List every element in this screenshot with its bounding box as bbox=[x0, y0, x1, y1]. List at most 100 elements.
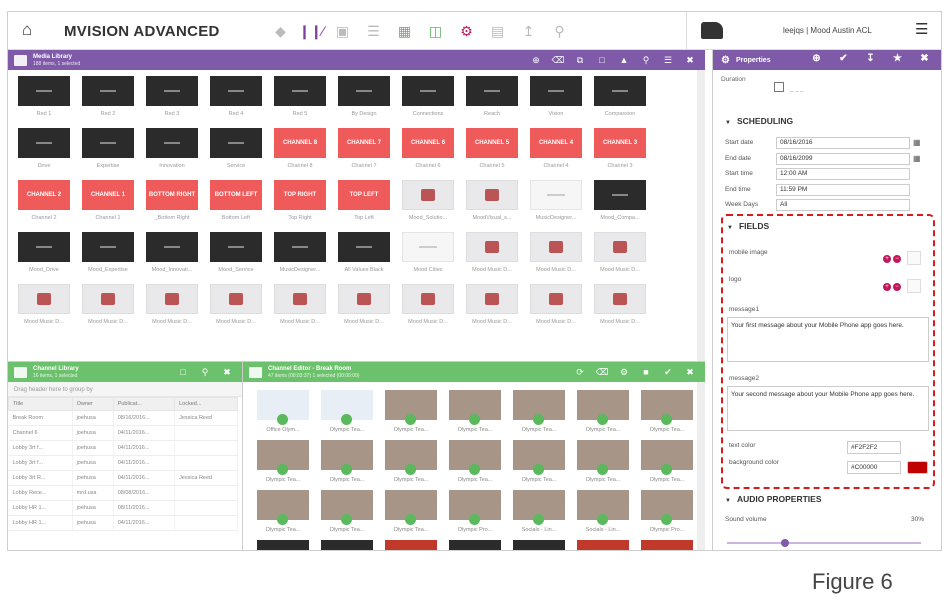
media-scrollbar[interactable] bbox=[697, 70, 705, 361]
duration-fields[interactable]: _ _ _ bbox=[790, 86, 803, 92]
new-channel-icon[interactable]: □ bbox=[172, 366, 194, 378]
schedule-input[interactable]: 08/16/2016 bbox=[776, 137, 910, 149]
list-icon[interactable]: ☰ bbox=[358, 20, 389, 42]
add-icon[interactable]: ⊕ bbox=[525, 54, 547, 66]
media-item[interactable]: Expertise bbox=[76, 128, 140, 180]
media-item[interactable]: CHANNEL 3 Channel 3 bbox=[588, 128, 652, 180]
media-item[interactable]: CHANNEL 6 Channel 6 bbox=[396, 128, 460, 180]
media-item[interactable]: Reach bbox=[460, 76, 524, 128]
playlist-item[interactable]: Olympic Tea... bbox=[315, 440, 379, 490]
text-color-input[interactable]: #F2F2F2 bbox=[847, 441, 901, 454]
calendar-icon[interactable]: ▦ bbox=[913, 154, 923, 164]
playlist-item[interactable]: Olympic Tea... bbox=[571, 440, 635, 490]
media-item[interactable]: CHANNEL 1 Channel 1 bbox=[76, 180, 140, 232]
close-icon[interactable]: ✖ bbox=[679, 54, 701, 66]
column-header[interactable]: Title bbox=[8, 397, 73, 411]
schedule-input[interactable]: 12:00 AM bbox=[776, 168, 910, 180]
media-item[interactable]: Mood Music D... bbox=[12, 284, 76, 336]
copy-icon[interactable]: ⧉ bbox=[569, 54, 591, 66]
table-row[interactable]: Lobby 3rt f... joehusa 04/11/2016... bbox=[8, 440, 238, 456]
playlist-item[interactable]: Olympic Tea... bbox=[635, 440, 699, 490]
search-icon[interactable]: ⚲ bbox=[635, 54, 657, 66]
playlist-item[interactable]: Socials - Lin... bbox=[507, 490, 571, 540]
user-name[interactable]: leejqs | Mood Austin ACL bbox=[783, 26, 872, 35]
hamburger-menu-icon[interactable]: ☰ bbox=[915, 20, 928, 38]
tag-icon[interactable]: ◆ bbox=[265, 20, 296, 42]
media-item[interactable]: Mood_Expertise bbox=[76, 232, 140, 284]
media-item[interactable]: CHANNEL 4 Channel 4 bbox=[524, 128, 588, 180]
playlist-item[interactable]: E Banco 1 - ... bbox=[443, 540, 507, 550]
add-icon[interactable]: + bbox=[883, 283, 891, 291]
media-item[interactable]: Mood Music D... bbox=[460, 232, 524, 284]
media-item[interactable]: Mood Music D... bbox=[524, 232, 588, 284]
media-item[interactable]: Mood Music D... bbox=[332, 284, 396, 336]
media-item[interactable]: MusicDesigner... bbox=[524, 180, 588, 232]
check-icon[interactable]: ✔ bbox=[657, 366, 679, 378]
playlist-item[interactable]: Olympic Tea... bbox=[635, 390, 699, 440]
playlist-item[interactable]: Olympic Tea... bbox=[251, 490, 315, 540]
group-by-hint[interactable]: Drag header here to group by bbox=[8, 382, 242, 397]
mobile-image-preview[interactable] bbox=[907, 251, 921, 265]
media-item[interactable]: Red 1 bbox=[12, 76, 76, 128]
schedule-input[interactable]: 11:59 PM bbox=[776, 183, 910, 196]
media-item[interactable]: Mood Cities bbox=[396, 232, 460, 284]
media-item[interactable]: Mood Music D... bbox=[140, 284, 204, 336]
media-item[interactable]: TOP RIGHT Top Right bbox=[268, 180, 332, 232]
media-item[interactable]: CHANNEL 5 Channel 5 bbox=[460, 128, 524, 180]
search-icon[interactable]: ⚲ bbox=[194, 366, 216, 378]
playlist-item[interactable]: Olympic Tea... bbox=[507, 390, 571, 440]
table-row[interactable]: Lobby 3rt R... joehusa 04/11/2016... Jessic… bbox=[8, 470, 238, 486]
inbox-icon[interactable]: ▤ bbox=[482, 20, 513, 42]
media-item[interactable]: Red 2 bbox=[76, 76, 140, 128]
media-item[interactable]: Mood Music D... bbox=[588, 284, 652, 336]
calendar-icon[interactable]: ▦ bbox=[913, 138, 923, 148]
media-item[interactable]: Mood Music D... bbox=[460, 284, 524, 336]
media-item[interactable]: Compassion bbox=[588, 76, 652, 128]
media-item[interactable]: Mood Music D... bbox=[204, 284, 268, 336]
playlist-item[interactable]: Olympic Tea... bbox=[315, 540, 379, 550]
new-file-icon[interactable]: □ bbox=[591, 54, 613, 66]
editor-scrollbar[interactable] bbox=[697, 382, 705, 550]
trash-icon[interactable]: ⌫ bbox=[591, 366, 613, 378]
column-header[interactable]: Owner bbox=[71, 397, 114, 411]
trash-icon[interactable]: ⌫ bbox=[547, 54, 569, 66]
playlist-item[interactable]: What's Your... bbox=[635, 540, 699, 550]
table-row[interactable]: Lobby Rece... mrd.usa 08/08/2016... bbox=[8, 485, 238, 501]
playlist-item[interactable]: Olympic Tea... bbox=[379, 390, 443, 440]
media-item[interactable]: TOP LEFT Top Left bbox=[332, 180, 396, 232]
duration-checkbox[interactable] bbox=[774, 82, 784, 92]
sound-volume-knob[interactable] bbox=[781, 539, 790, 547]
message2-textarea[interactable]: Your second message about your Mobile Ph… bbox=[727, 386, 929, 431]
media-item[interactable]: Mood Music D... bbox=[268, 284, 332, 336]
settings-icon[interactable]: ⚙ bbox=[613, 366, 635, 378]
media-item[interactable]: BOTTOM RIGHT _Bottom Right bbox=[140, 180, 204, 232]
media-item[interactable]: CHANNEL 7 Channel 7 bbox=[332, 128, 396, 180]
upload-icon[interactable]: ↥ bbox=[513, 20, 544, 42]
add-icon[interactable]: ⊕ bbox=[803, 53, 830, 64]
playlist-item[interactable]: Olympic Tea... bbox=[315, 390, 379, 440]
playlist-item[interactable]: Socials - Fac... bbox=[251, 540, 315, 550]
gear-icon[interactable]: ⚙ bbox=[451, 20, 482, 42]
playlist-item[interactable]: Olympic Tea... bbox=[379, 490, 443, 540]
table-row[interactable]: Channel 6 joehusa 04/11/2016... bbox=[8, 425, 238, 441]
media-item[interactable]: Mood_Solutio... bbox=[396, 180, 460, 232]
media-item[interactable]: Mood_Drive bbox=[12, 232, 76, 284]
playlist-item[interactable]: Mood Wi-D... bbox=[379, 540, 443, 550]
media-item[interactable]: Mood Music D... bbox=[76, 284, 140, 336]
media-item[interactable]: CHANNEL 8 Channel 8 bbox=[268, 128, 332, 180]
playlist-item[interactable]: Olympic Tea... bbox=[443, 390, 507, 440]
media-item[interactable]: MusicDesigner... bbox=[268, 232, 332, 284]
table-row[interactable]: Lobby HR 1... joehusa 08/11/2016... bbox=[8, 500, 238, 516]
map-pin-icon[interactable]: ⚲ bbox=[544, 20, 575, 42]
media-item[interactable]: Mood Music D... bbox=[396, 284, 460, 336]
media-item[interactable]: MoodVisual_s... bbox=[460, 180, 524, 232]
home-icon[interactable]: ⌂ bbox=[22, 21, 40, 39]
close-icon[interactable]: ✖ bbox=[911, 53, 938, 64]
remove-icon[interactable]: − bbox=[893, 255, 901, 263]
remove-icon[interactable]: − bbox=[893, 283, 901, 291]
table-row[interactable]: Lobby 3rt f... joehusa 04/11/2016... bbox=[8, 455, 238, 471]
playlist-item[interactable]: Blog bbox=[571, 540, 635, 550]
table-row[interactable]: Break Room joehusa 08/16/2016... Jessica Re… bbox=[8, 410, 238, 426]
refresh-icon[interactable]: ⟳ bbox=[569, 366, 591, 378]
background-color-input[interactable]: #C00000 bbox=[847, 461, 901, 474]
